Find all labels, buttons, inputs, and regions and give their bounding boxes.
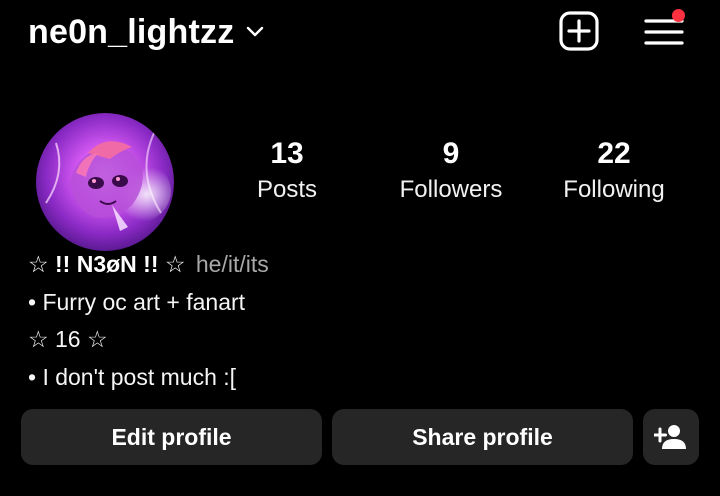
notification-dot	[672, 9, 685, 22]
profile-page: ne0n_lightzz 13 Posts 9 Followers 22 Fol…	[0, 0, 720, 496]
bio-name-line: ☆ !! N3øN !! ☆ he/it/its	[28, 246, 688, 284]
avatar[interactable]	[36, 113, 174, 251]
share-profile-button[interactable]: Share profile	[332, 409, 633, 465]
username: ne0n_lightzz	[28, 12, 235, 51]
edit-profile-button[interactable]: Edit profile	[21, 409, 322, 465]
menu-button[interactable]	[640, 8, 688, 54]
posts-label: Posts	[256, 176, 318, 203]
discover-people-button[interactable]	[643, 409, 699, 465]
posts-stat[interactable]: 13 Posts	[207, 136, 367, 206]
chevron-down-icon	[247, 26, 264, 37]
posts-count: 13	[270, 137, 304, 170]
edit-profile-label: Edit profile	[111, 423, 232, 450]
share-profile-label: Share profile	[412, 423, 553, 450]
profile-bio: ☆ !! N3øN !! ☆ he/it/its • Furry oc art …	[28, 246, 688, 396]
bio-line: • I don't post much :[	[28, 363, 237, 390]
pronouns: he/it/its	[195, 251, 269, 277]
profile-header: ne0n_lightzz	[0, 0, 720, 70]
followers-label: Followers	[399, 176, 503, 203]
followers-count: 9	[442, 137, 460, 170]
display-name: ☆ !! N3øN !! ☆	[28, 251, 186, 277]
add-person-icon	[654, 425, 686, 449]
account-switcher[interactable]: ne0n_lightzz	[28, 10, 264, 54]
followers-stat[interactable]: 9 Followers	[371, 136, 531, 206]
plus-square-icon	[559, 11, 599, 51]
following-count: 22	[597, 137, 631, 170]
following-stat[interactable]: 22 Following	[534, 136, 694, 206]
create-button[interactable]	[558, 10, 600, 52]
following-label: Following	[563, 176, 665, 203]
bio-line: ☆ 16 ☆	[28, 326, 108, 352]
bio-line: • Furry oc art + fanart	[28, 288, 246, 315]
avatar-image	[36, 113, 174, 251]
